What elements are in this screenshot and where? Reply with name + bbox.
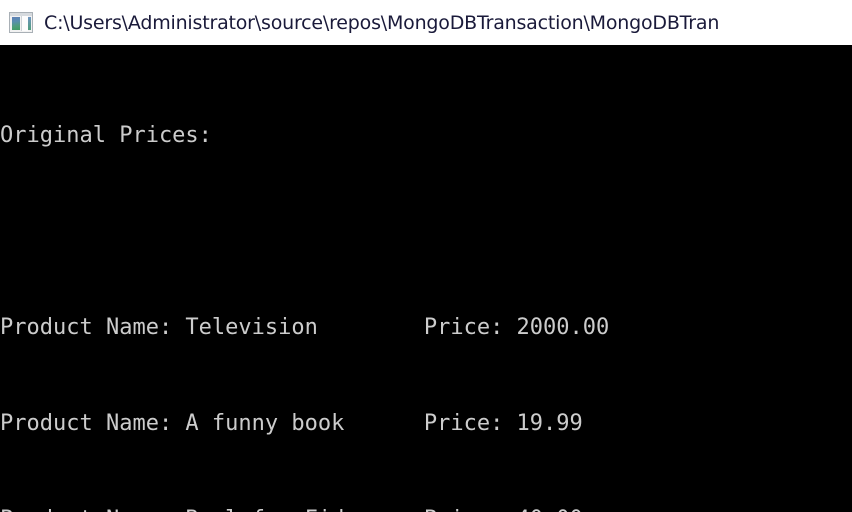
console-line: Original Prices: — [0, 123, 212, 148]
console-window-icon — [9, 11, 33, 35]
console-line-blank — [0, 216, 852, 248]
console-output: Original Prices: Product Name: Televisio… — [0, 45, 852, 512]
console-line: Product Name: Bowl for Fido Price: 40.00 — [0, 504, 852, 512]
console-line: Product Name: A funny book Price: 19.99 — [0, 411, 583, 436]
title-bar[interactable]: C:\Users\Administrator\source\repos\Mong… — [0, 0, 852, 45]
console-body[interactable]: Original Prices: Product Name: Televisio… — [0, 45, 852, 512]
console-line: Product Name: Television Price: 2000.00 — [0, 315, 610, 340]
window-title: C:\Users\Administrator\source\repos\Mong… — [44, 11, 720, 34]
console-window: C:\Users\Administrator\source\repos\Mong… — [0, 0, 852, 512]
